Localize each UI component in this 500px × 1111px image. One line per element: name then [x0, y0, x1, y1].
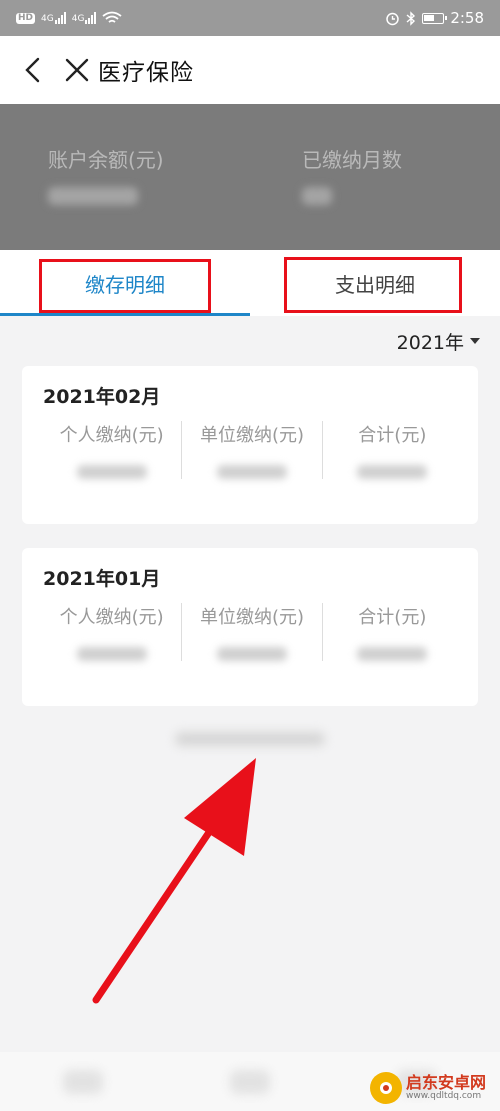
- status-time: 2:58: [450, 9, 484, 27]
- balance-value-blurred: [48, 187, 138, 205]
- value-blurred: [357, 647, 428, 661]
- nav-item-blurred[interactable]: [229, 1069, 270, 1094]
- watermark-name: 启东安卓网: [406, 1073, 487, 1093]
- year-value: 2021年: [396, 331, 464, 354]
- personal-column: 个人缴纳(元): [42, 421, 181, 479]
- tab-expense-detail[interactable]: 支出明细: [250, 250, 500, 316]
- signal-bars-icon: [85, 12, 97, 24]
- annotation-arrow-icon: [92, 758, 256, 1004]
- balance-label: 账户余额(元): [48, 148, 164, 172]
- employer-column: 单位缴纳(元): [181, 603, 321, 661]
- detail-tabs: 缴存明细 支出明细: [0, 250, 500, 316]
- watermark-text: 启东安卓网 www.qdltdq.com: [406, 1074, 486, 1101]
- value-blurred: [216, 647, 287, 661]
- signal-2: 4G: [72, 12, 97, 24]
- annotation-highlight-box: [284, 257, 462, 313]
- app-header: 医疗保险: [0, 36, 500, 104]
- account-summary: 账户余额(元) 已缴纳月数: [0, 104, 500, 250]
- column-header: 个人缴纳(元): [59, 607, 164, 628]
- bluetooth-icon: [406, 10, 416, 26]
- personal-column: 个人缴纳(元): [42, 603, 181, 661]
- months-section: 已缴纳月数: [250, 104, 500, 250]
- network-type-label: 4G: [71, 14, 85, 24]
- value-blurred: [76, 465, 147, 479]
- record-columns: 个人缴纳(元) 单位缴纳(元) 合计(元): [42, 603, 462, 661]
- months-value-blurred: [302, 187, 332, 205]
- hd-badge: HD: [16, 12, 36, 24]
- watermark-url: www.qdltdq.com: [406, 1090, 482, 1101]
- column-header: 个人缴纳(元): [59, 425, 164, 446]
- value-blurred: [216, 465, 287, 479]
- months-label: 已缴纳月数: [302, 148, 402, 172]
- column-header: 合计(元): [358, 607, 427, 628]
- year-dropdown[interactable]: 2021年: [397, 326, 480, 356]
- total-column: 合计(元): [321, 421, 462, 479]
- total-column: 合计(元): [321, 603, 462, 661]
- column-header: 单位缴纳(元): [199, 425, 305, 446]
- status-bar: HD 4G 4G 2:58: [0, 0, 500, 36]
- page-title: 医疗保险: [98, 60, 194, 86]
- column-header: 单位缴纳(元): [199, 607, 305, 628]
- back-icon[interactable]: [18, 55, 48, 85]
- nav-item-blurred[interactable]: [63, 1069, 104, 1094]
- network-type-label: 4G: [41, 14, 54, 24]
- record-card[interactable]: 2021年01月 个人缴纳(元) 单位缴纳(元) 合计(元): [22, 548, 478, 706]
- wifi-icon: [102, 11, 122, 23]
- status-right: 2:58: [385, 9, 484, 27]
- battery-icon: [422, 12, 448, 24]
- value-blurred: [357, 465, 428, 479]
- signal-1: 4G: [41, 12, 66, 24]
- annotation-highlight-box: [39, 259, 211, 313]
- record-month: 2021年02月: [43, 386, 161, 408]
- record-card[interactable]: 2021年02月 个人缴纳(元) 单位缴纳(元) 合计(元): [22, 366, 478, 524]
- value-blurred: [76, 647, 147, 661]
- column-header: 合计(元): [358, 425, 427, 446]
- watermark: 启东安卓网 www.qdltdq.com: [370, 1072, 486, 1104]
- status-left: HD 4G 4G: [16, 11, 122, 25]
- list-footer-blurred: [175, 732, 325, 746]
- caret-down-icon: [470, 338, 480, 344]
- watermark-logo-icon: [370, 1072, 402, 1104]
- balance-section: 账户余额(元): [0, 104, 250, 250]
- tab-deposit-detail[interactable]: 缴存明细: [0, 250, 250, 316]
- record-month: 2021年01月: [43, 568, 161, 590]
- close-icon[interactable]: [62, 55, 92, 85]
- signal-bars-icon: [54, 12, 66, 24]
- record-columns: 个人缴纳(元) 单位缴纳(元) 合计(元): [42, 421, 462, 479]
- alarm-icon: [386, 12, 400, 25]
- employer-column: 单位缴纳(元): [181, 421, 321, 479]
